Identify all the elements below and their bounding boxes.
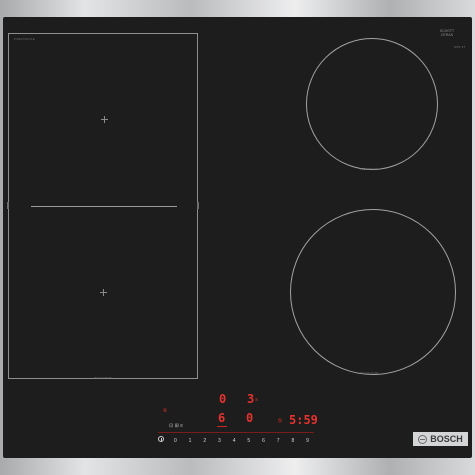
zone-selected-underline [217,426,227,427]
flex-zone-divider [31,206,177,207]
zone-level-display-3[interactable]: 6 [218,412,225,424]
schott-ceran-logo: SCHOTT CERAN [439,29,455,37]
function-icons-row[interactable]: ⊡ ⊞ ≡ [169,424,183,429]
scale-3[interactable]: 3 [212,439,227,444]
timer-display[interactable]: 5:59 [289,414,318,426]
zone-level-display-2[interactable]: 3 [247,393,254,405]
timer-icon[interactable]: ◷ [278,418,282,424]
heat-indicator-icon: ≋ [163,407,167,414]
scale-5[interactable]: 5 [241,439,256,444]
bottom-right-zone-label: INDUCTION [360,371,379,375]
small-code-label: M75 3T [454,45,466,49]
scale-1[interactable]: 1 [183,439,198,444]
scale-0[interactable]: 0 [168,439,183,444]
brand-plate: BOSCH [413,432,468,446]
top-right-cooking-zone[interactable] [306,38,438,170]
scale-9[interactable]: 9 [300,439,315,444]
zone-level-display-1[interactable]: 0 [219,393,226,405]
power-button-icon[interactable] [158,436,164,442]
flex-zone-right-marker [197,202,199,209]
scale-8[interactable]: 8 [286,439,301,444]
scale-4[interactable]: 4 [227,439,242,444]
power-level-scale[interactable]: 0 1 2 3 4 5 6 7 8 9 [168,437,315,446]
brand-name: BOSCH [430,434,463,444]
top-right-zone-label: INDUCTION [360,167,379,171]
bottom-right-cooking-zone[interactable] [290,209,456,375]
scale-6[interactable]: 6 [256,439,271,444]
zone-level-display-4[interactable]: 0 [246,412,253,424]
scale-2[interactable]: 2 [197,439,212,444]
control-strip-line [158,432,314,433]
scale-7[interactable]: 7 [271,439,286,444]
flex-zone-left-marker [7,202,9,209]
zone-level-suffix: s [255,397,259,403]
rear-zone-center-mark [100,289,107,296]
bosch-logo-icon [418,434,428,444]
flex-zone-label: INDUCTION [94,376,113,380]
front-zone-center-mark [101,116,108,123]
